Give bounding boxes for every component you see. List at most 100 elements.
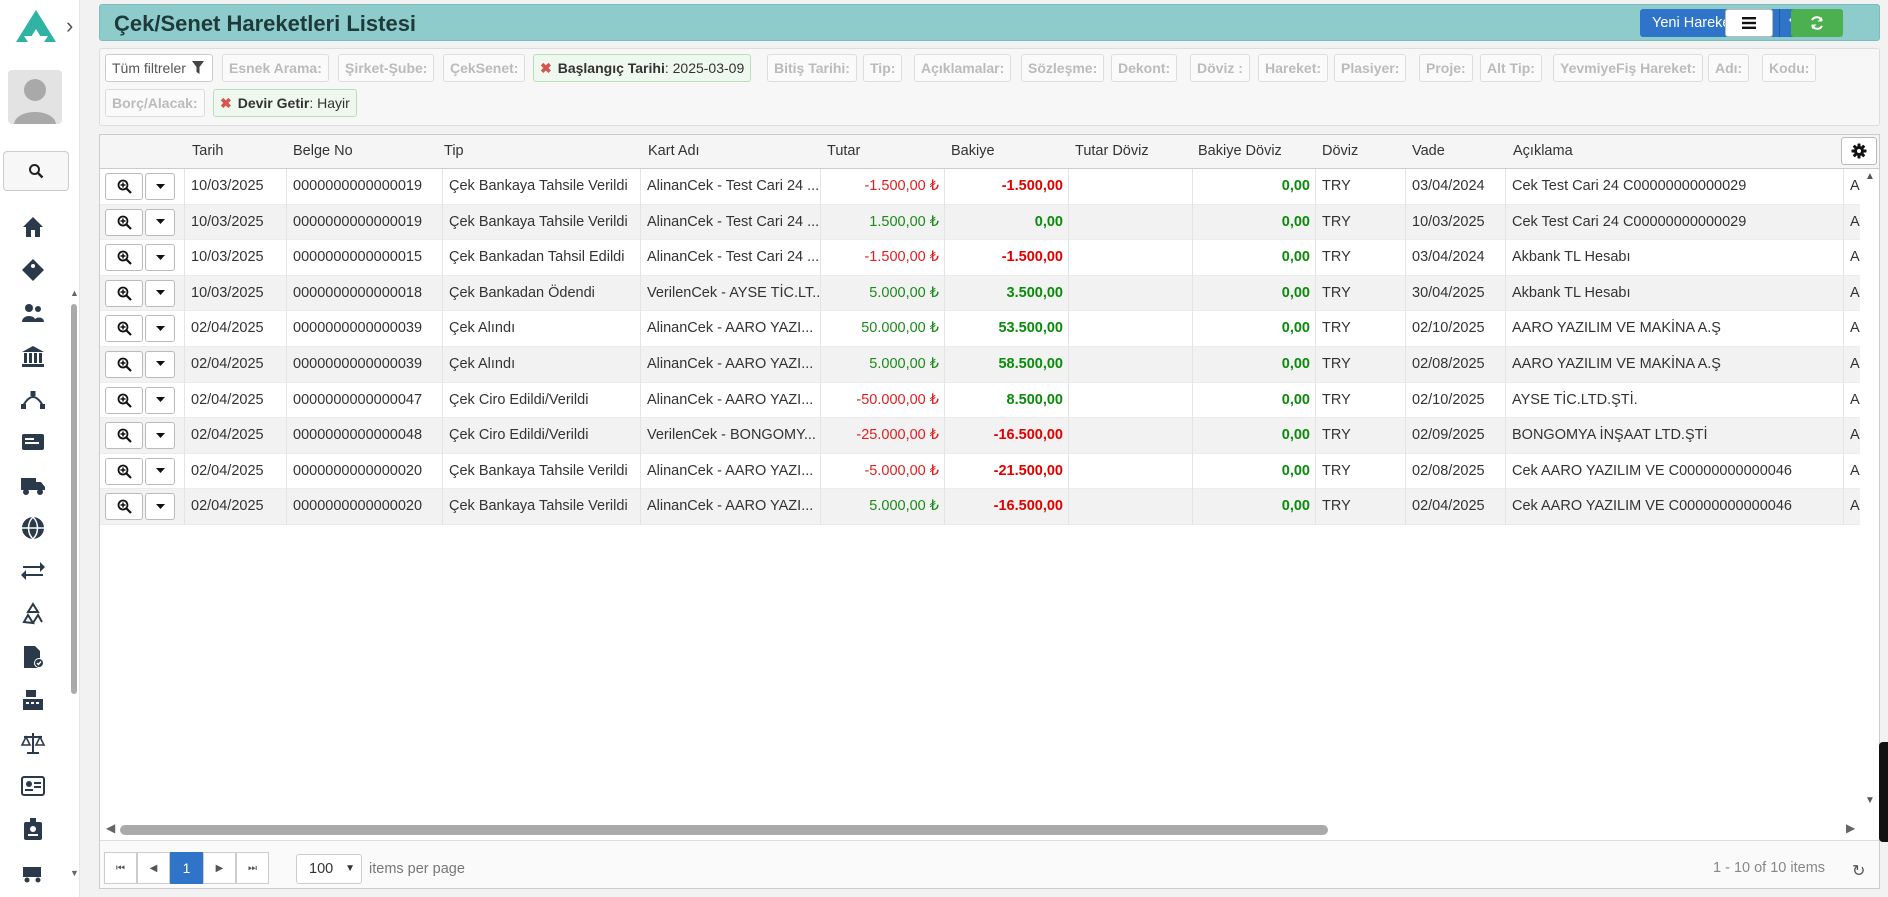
filter-chip-plasiyer[interactable]: Plasiyer: [1334,54,1407,82]
column-header-tarih[interactable]: Tarih [192,143,223,159]
sidebar-item-cart[interactable] [0,850,66,893]
table-row[interactable]: 02/04/2025 0000000000000048 Çek Ciro Edild… [100,418,1860,454]
all-filters-button[interactable]: Tüm filtreler [105,54,213,82]
row-actions-dropdown[interactable] [145,244,175,272]
row-actions-dropdown[interactable] [145,208,175,236]
sidebar-item-file-check[interactable] [0,635,66,678]
filter-chip-doviz[interactable]: Döviz : [1190,54,1250,82]
cell-bakiye-doviz: 0,00 [1192,453,1315,490]
sidebar-item-globe[interactable] [0,506,66,549]
page-size-select[interactable]: 100 ▼ [296,854,362,884]
sidebar-item-id-card[interactable] [0,420,66,463]
column-header-vade[interactable]: Vade [1412,143,1445,159]
row-actions-dropdown[interactable] [145,315,175,343]
filter-chip-aciklamalar[interactable]: Açıklamalar: [914,54,1012,82]
filter-chip-alt-tip[interactable]: Alt Tip: [1480,54,1542,82]
row-detail-button[interactable] [105,457,143,485]
row-detail-button[interactable] [105,173,143,200]
sidebar-item-bezier[interactable] [0,377,66,420]
grid-vertical-scrollbar[interactable]: ▲ ▼ [1861,169,1879,809]
sidebar-search-button[interactable] [3,151,69,191]
column-settings-button[interactable] [1841,137,1877,165]
avatar[interactable] [8,70,62,124]
row-actions-dropdown[interactable] [145,279,175,307]
prev-page-button[interactable]: ◀ [137,852,170,884]
reload-icon[interactable]: ↻ [1852,861,1865,881]
filter-chip-bitis-tarihi[interactable]: Bitiş Tarihi: [767,54,857,82]
row-detail-button[interactable] [105,386,143,414]
sidebar-item-tag[interactable] [0,248,66,291]
filter-chip-ceksenet[interactable]: ÇekSenet: [443,54,526,82]
filter-chip-esnek-arama[interactable]: Esnek Arama: [222,54,329,82]
table-row[interactable]: 10/03/2025 0000000000000015 Çek Bankadan T… [100,240,1860,276]
table-row[interactable]: 02/04/2025 0000000000000039 Çek Alındı Alin… [100,311,1860,347]
page-number-button[interactable]: 1 [170,852,203,884]
cell-tip: Çek Bankaya Tahsile Verildi [442,489,640,525]
filter-chip-tip[interactable]: Tip: [863,54,903,82]
filter-chip-yevmiye-fis-hareket[interactable]: YevmiyeFiş Hareket: [1553,54,1704,82]
row-actions-dropdown[interactable] [145,457,175,485]
row-detail-button[interactable] [105,208,143,236]
table-row[interactable]: 02/04/2025 0000000000000020 Çek Bankaya Ta… [100,489,1860,525]
row-actions-dropdown[interactable] [145,422,175,450]
sidebar-item-users[interactable] [0,291,66,334]
filter-chip-hareket[interactable]: Hareket: [1258,54,1329,82]
column-header-tip[interactable]: Tip [444,143,464,159]
column-header-aciklama[interactable]: Açıklama [1513,143,1573,159]
row-detail-button[interactable] [105,279,143,307]
column-header-tutar[interactable]: Tutar [827,143,860,159]
app-logo[interactable] [14,8,58,48]
table-row[interactable]: 10/03/2025 0000000000000018 Çek Bankadan Ö… [100,275,1860,312]
column-header-tutar-doviz[interactable]: Tutar Döviz [1075,143,1149,159]
menu-button[interactable] [1725,9,1773,37]
table-row[interactable]: 10/03/2025 0000000000000019 Çek Bankaya Ta… [100,169,1860,205]
refresh-button[interactable] [1791,9,1843,37]
remove-filter-icon[interactable]: ✖ [220,95,232,111]
sidebar-item-badge[interactable] [0,807,66,850]
filter-chip-proje[interactable]: Proje: [1419,54,1473,82]
table-row[interactable]: 10/03/2025 0000000000000019 Çek Bankaya Ta… [100,204,1860,241]
sidebar-expand-icon[interactable]: › [66,12,86,40]
feedback-tab[interactable] [1879,742,1888,842]
table-row[interactable]: 02/04/2025 0000000000000047 Çek Ciro Edild… [100,382,1860,419]
filter-chip-dekont[interactable]: Dekont: [1111,54,1178,82]
column-header-kart-adi[interactable]: Kart Adı [648,143,700,159]
row-actions-dropdown[interactable] [145,350,175,378]
filter-chip-borc-alacak[interactable]: Borç/Alacak: [105,89,205,117]
row-detail-button[interactable] [105,493,143,521]
row-detail-button[interactable] [105,350,143,378]
sidebar-item-transfer[interactable] [0,549,66,592]
last-page-button[interactable]: ⏭ [236,852,269,884]
table-row[interactable]: 02/04/2025 0000000000000020 Çek Bankaya Ta… [100,453,1860,490]
sidebar-item-cash-register[interactable] [0,678,66,721]
filter-chip-sirket-sube[interactable]: Şirket-Şube: [338,54,435,82]
first-page-button[interactable]: ⏮ [104,852,137,884]
filter-chip-baslangic-tarihi[interactable]: ✖ Başlangıç Tarihi: 2025-03-09 [533,54,752,82]
column-header-doviz[interactable]: Döviz [1322,143,1358,159]
table-row[interactable]: 02/04/2025 0000000000000039 Çek Alındı Alin… [100,346,1860,383]
cell-vade: 02/04/2025 [1405,489,1505,525]
sidebar-item-recycle[interactable] [0,592,66,635]
row-detail-button[interactable] [105,244,143,272]
next-page-button[interactable]: ▶ [203,852,236,884]
remove-filter-icon[interactable]: ✖ [540,60,552,76]
grid-horizontal-scrollbar[interactable]: ◀ ▶ [100,821,1879,837]
sidebar-item-bank[interactable] [0,334,66,377]
filter-chip-adi[interactable]: Adı: [1708,54,1750,82]
sidebar-item-home[interactable] [0,205,66,248]
filter-chip-kodu[interactable]: Kodu: [1762,54,1817,82]
sidebar-item-truck[interactable] [0,463,66,506]
sidebar-item-scale[interactable] [0,721,66,764]
column-header-bakiye[interactable]: Bakiye [951,143,995,159]
sidebar-scrollbar[interactable]: ▲ ▼ [70,288,79,882]
filter-chip-sozlesme[interactable]: Sözleşme: [1021,54,1105,82]
filter-chip-devir-getir[interactable]: ✖ Devir Getir: Hayir [213,89,357,117]
row-detail-button[interactable] [105,422,143,450]
column-header-belge-no[interactable]: Belge No [293,143,353,159]
row-actions-dropdown[interactable] [145,173,175,200]
row-actions-dropdown[interactable] [145,386,175,414]
sidebar-item-address-card[interactable] [0,764,66,807]
row-detail-button[interactable] [105,315,143,343]
column-header-bakiye-doviz[interactable]: Bakiye Döviz [1198,143,1282,159]
row-actions-dropdown[interactable] [145,493,175,521]
